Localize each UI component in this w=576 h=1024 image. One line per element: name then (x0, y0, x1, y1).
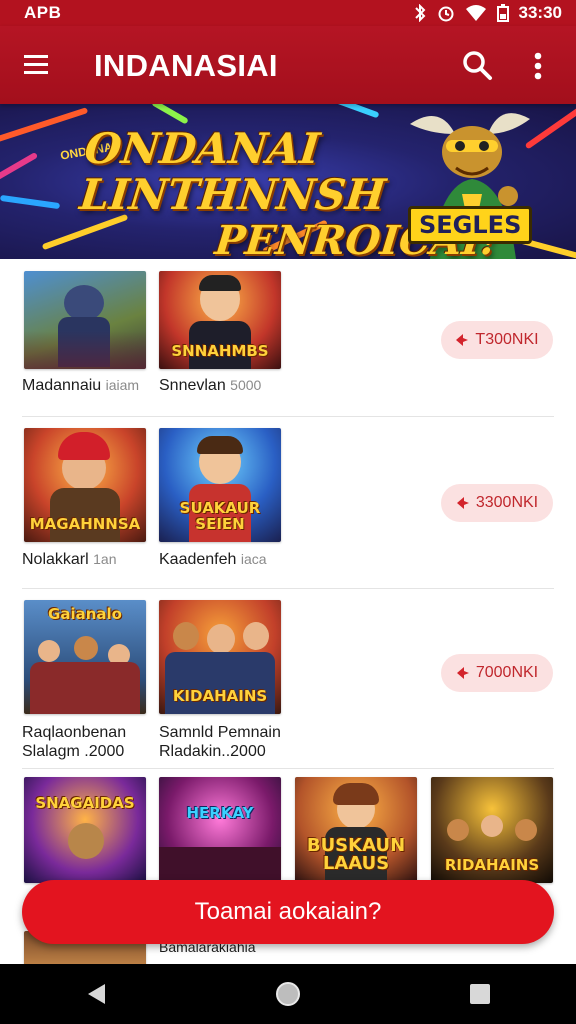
game-thumbnail[interactable]: SNNAHMBS (159, 271, 281, 369)
price-button[interactable]: 7000NKI (441, 654, 553, 692)
thumbnail-caption: SNNAHMBS (171, 342, 269, 360)
promo-banner[interactable]: ONDANAI ONDANAI LINTHNNSH PENROICAI! SEG… (0, 104, 576, 259)
game-thumbnail[interactable]: SNAGAIDAS (24, 777, 146, 883)
game-title-label: Nolakkarl 1an (22, 551, 117, 568)
banner-badge: SEGLES (408, 206, 533, 244)
wifi-icon (465, 5, 486, 21)
more-vert-icon[interactable] (527, 50, 549, 82)
banner-title-line1: ONDANAI LINTHNNSH (77, 124, 388, 219)
cta-button[interactable]: Toamai aokaiain? (22, 880, 554, 944)
battery-icon (496, 4, 509, 22)
game-thumbnail[interactable]: MAGAHNNSA (24, 428, 146, 542)
thumbnail-caption: SNAGAIDAS (35, 794, 135, 812)
status-carrier: APB (24, 3, 62, 22)
home-icon[interactable] (266, 972, 310, 1016)
status-time: 33:30 (518, 3, 562, 22)
app-bar: INDANASIAI (0, 26, 576, 104)
recents-icon[interactable] (458, 972, 502, 1016)
game-thumbnail[interactable]: BUSKAUN LAAUS (295, 777, 417, 883)
game-title-label: Kaadenfeh iaca (159, 551, 267, 568)
menu-icon[interactable] (22, 52, 52, 78)
game-thumbnail[interactable]: HERKAY (159, 777, 281, 883)
game-thumbnail[interactable]: RIDAHAINS (431, 777, 553, 883)
price-button[interactable]: 3300NKI (441, 484, 553, 522)
tag-icon (456, 667, 469, 679)
thumbnail-caption: KIDAHAINS (172, 687, 268, 705)
game-thumbnail[interactable]: Gaianalo (24, 600, 146, 714)
alarm-icon (438, 6, 454, 22)
game-title-label: Madannaiu iaiam (22, 377, 140, 394)
thumbnail-caption: Gaianalo (48, 605, 122, 623)
thumbnail-caption: SUAKAUR SEIEN (179, 499, 261, 533)
tag-icon (456, 497, 469, 509)
thumbnail-caption: MAGAHNNSA (29, 515, 141, 533)
app-title: INDANASIAI (94, 48, 278, 83)
status-bar: APB 33:30 (0, 0, 576, 26)
game-title-label: Snnevlan 5000 (159, 377, 262, 394)
game-thumbnail[interactable] (24, 271, 146, 369)
bluetooth-icon (414, 4, 425, 22)
thumbnail-caption: BUSKAUN LAAUS (306, 835, 406, 874)
search-icon[interactable] (460, 48, 494, 82)
back-icon[interactable] (74, 972, 118, 1016)
game-title-label: Raqlaonbenan Slalagm .2000 (22, 724, 127, 760)
thumbnail-caption: HERKAY (186, 804, 254, 822)
tag-icon (456, 334, 469, 346)
thumbnail-caption: RIDAHAINS (444, 856, 540, 874)
system-nav-bar (0, 964, 576, 1024)
content-list[interactable]: SNNAHMBS Madannaiu iaiam Snnevlan 5000 T… (0, 259, 576, 964)
game-thumbnail[interactable]: SUAKAUR SEIEN (159, 428, 281, 542)
game-thumbnail[interactable]: KIDAHAINS (159, 600, 281, 714)
price-button[interactable]: T300NKI (441, 321, 553, 359)
game-title-label: Samnld Pemnain Rladakin..2000 (159, 724, 281, 760)
